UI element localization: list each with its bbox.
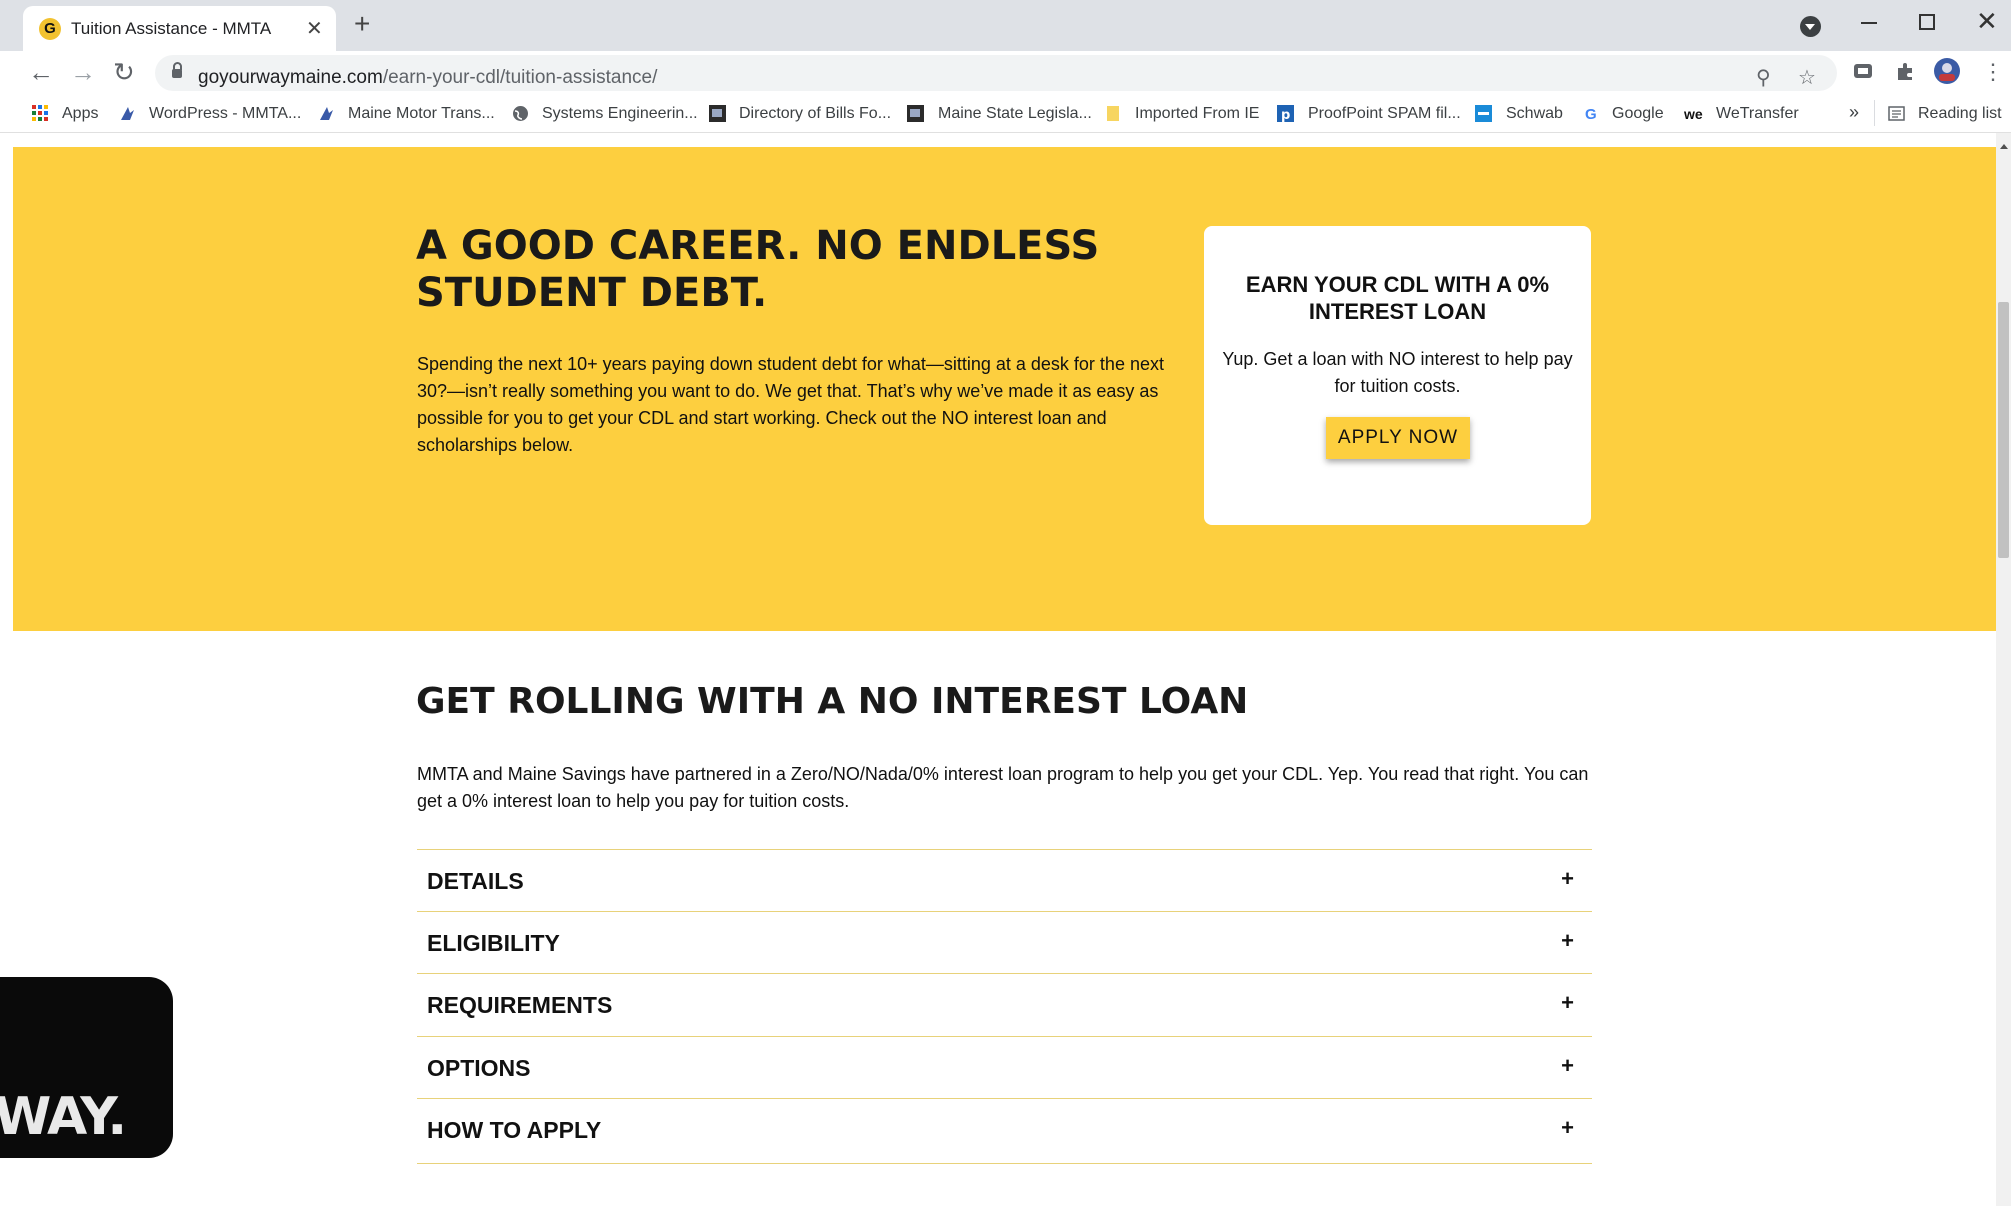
favicon-icon: G [39,18,61,40]
tab-search-icon[interactable] [1800,16,1821,37]
apps-grid-icon [32,105,48,121]
legislature-icon [709,105,726,122]
accordion-options[interactable]: OPTIONS + [417,1036,1592,1099]
svg-text:we: we [1684,106,1703,122]
bookmark-google[interactable]: Google [1612,105,1664,123]
card-paragraph: Yup. Get a loan with NO interest to help… [1222,349,1573,396]
bookmark-wetransfer[interactable]: WeTransfer [1716,105,1799,123]
plus-icon: + [1561,866,1574,891]
address-bar[interactable]: goyourwaymaine.com/earn-your-cdl/tuition… [155,55,1837,91]
lock-icon [172,62,182,78]
accordion-bottom-border [417,1163,1592,1164]
accordion-label: OPTIONS [427,1055,531,1081]
menu-dots-icon[interactable]: ⋮ [1982,56,2004,88]
bookmark-systems[interactable]: Systems Engineerin... [542,105,698,123]
plus-icon: + [1561,1115,1574,1140]
browser-tab[interactable]: G Tuition Assistance - MMTA ✕ [23,6,336,51]
zoom-icon[interactable]: ⚲ [1756,65,1771,90]
restore-icon[interactable] [1919,14,1935,30]
google-icon: G [1585,106,1597,122]
reload-icon[interactable]: ↻ [113,56,135,88]
browser-toolbar: ← → ↻ goyourwaymaine.com/earn-your-cdl/t… [0,51,2011,96]
accordion-label: DETAILS [427,868,524,894]
extension-icon[interactable] [1852,60,1874,82]
accordion-how-to-apply[interactable]: HOW TO APPLY + [417,1098,1592,1161]
bookmarks-bar: Apps WordPress - MMTA... Maine Motor Tra… [0,96,2011,133]
plus-icon: + [1561,990,1574,1015]
go-your-way-badge[interactable]: WAY. [0,977,173,1158]
profile-avatar[interactable] [1933,57,1961,85]
schwab-icon [1475,105,1492,122]
svg-text:p: p [1281,108,1290,122]
loan-heading: GET ROLLING WITH A NO INTEREST LOAN [416,681,1249,722]
mmta-logo-icon [121,107,134,120]
loan-paragraph: MMTA and Maine Savings have partnered in… [417,764,1589,811]
bookmark-maine-motor[interactable]: Maine Motor Trans... [348,105,495,123]
tab-title: Tuition Assistance - MMTA [71,19,272,38]
bookmarks-divider [1874,100,1875,126]
folder-icon [1107,106,1119,121]
accordion-label: REQUIREMENTS [427,992,613,1018]
proofpoint-icon: p [1277,105,1294,122]
tab-strip: G Tuition Assistance - MMTA ✕ + ✕ [0,0,2011,51]
minimize-icon[interactable] [1861,22,1877,24]
bookmark-star-icon[interactable]: ☆ [1798,65,1816,90]
globe-icon [513,106,528,121]
bookmarks-overflow-icon[interactable]: » [1849,102,1859,123]
hero-heading: A GOOD CAREER. NO ENDLESS STUDENT DEBT. [416,223,1100,316]
badge-text: WAY. [0,1087,127,1147]
hero-paragraph: Spending the next 10+ years paying down … [417,354,1164,455]
mmta-logo-icon [320,107,333,120]
accordion-requirements[interactable]: REQUIREMENTS + [417,973,1592,1036]
bookmark-apps[interactable]: Apps [62,105,98,123]
forward-icon[interactable]: → [70,56,96,88]
bookmark-wordpress[interactable]: WordPress - MMTA... [149,105,301,123]
accordion-label: ELIGIBILITY [427,930,560,956]
window-close-icon[interactable]: ✕ [1976,6,1998,37]
close-tab-icon[interactable]: ✕ [306,16,323,41]
plus-icon: + [1561,1053,1574,1078]
new-tab-icon[interactable]: + [354,10,370,38]
accordion-eligibility[interactable]: ELIGIBILITY + [417,911,1592,974]
reading-list[interactable]: Reading list [1918,105,2002,123]
wetransfer-icon: we [1684,106,1703,122]
legislature-icon [907,105,924,122]
scroll-up-icon[interactable] [2000,144,2008,149]
puzzle-icon[interactable] [1894,60,1916,82]
card-title: EARN YOUR CDL WITH A 0% INTEREST LOAN [1245,272,1550,324]
bookmark-maine-legislature[interactable]: Maine State Legisla... [938,105,1092,123]
apply-now-button[interactable]: APPLY NOW [1326,417,1470,459]
page-content: A GOOD CAREER. NO ENDLESS STUDENT DEBT. … [0,133,2011,1206]
svg-text:G: G [1585,106,1597,122]
accordion-label: HOW TO APPLY [427,1117,602,1143]
bookmark-schwab[interactable]: Schwab [1506,105,1563,123]
reading-list-icon [1888,106,1905,121]
accordion-details[interactable]: DETAILS + [417,849,1592,912]
bookmark-imported-ie[interactable]: Imported From IE [1135,105,1259,123]
plus-icon: + [1561,928,1574,953]
url-text[interactable]: goyourwaymaine.com/earn-your-cdl/tuition… [198,67,657,89]
bookmark-proofpoint[interactable]: ProofPoint SPAM fil... [1308,105,1461,123]
page-scrollbar[interactable] [1996,133,2011,1206]
back-icon[interactable]: ← [28,56,54,88]
bookmark-directory-bills[interactable]: Directory of Bills Fo... [739,105,891,123]
scroll-thumb[interactable] [1998,302,2009,558]
loan-card: EARN YOUR CDL WITH A 0% INTEREST LOAN Yu… [1204,226,1591,525]
